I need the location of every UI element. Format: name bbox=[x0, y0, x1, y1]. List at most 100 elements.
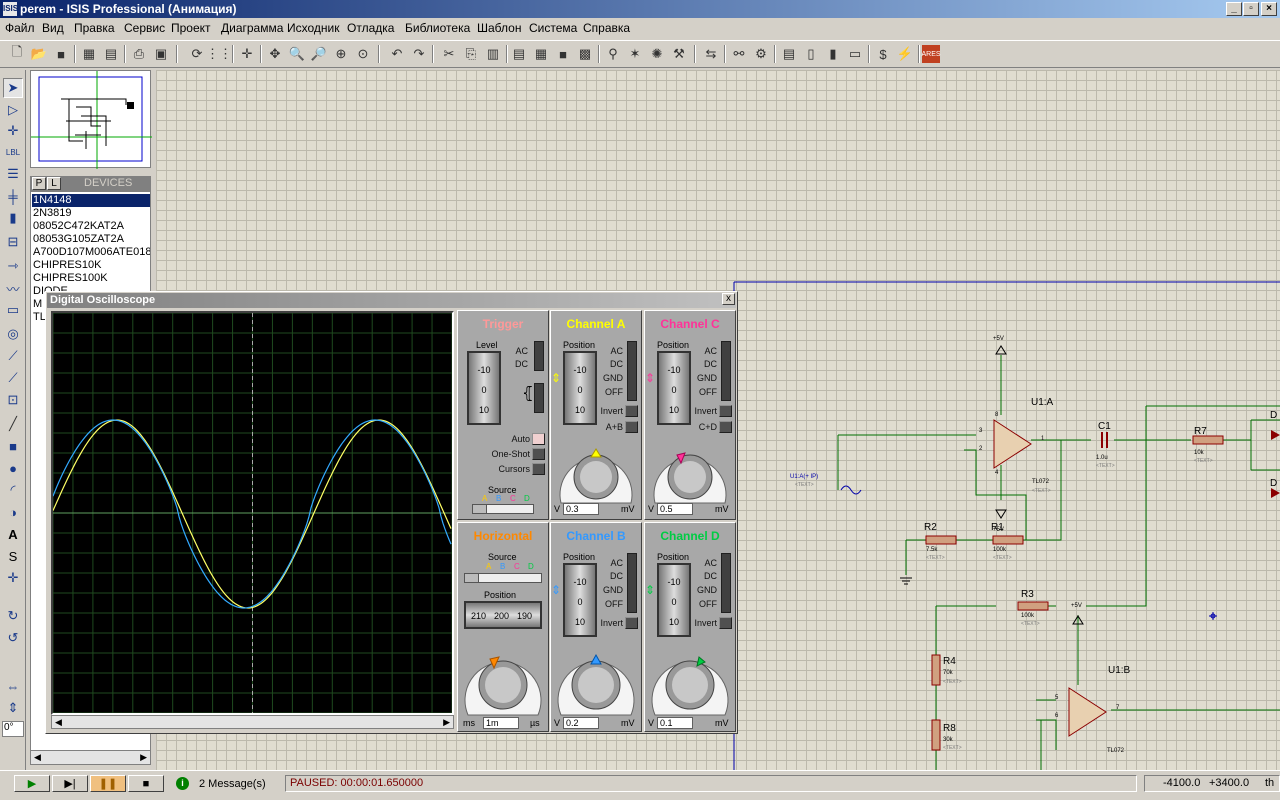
pan-icon[interactable]: ✥ bbox=[266, 45, 284, 63]
redo-icon[interactable]: ↷ bbox=[410, 45, 428, 63]
paste-icon[interactable]: ▥ bbox=[484, 45, 502, 63]
packaging-tool-icon[interactable]: ⚒ bbox=[670, 45, 688, 63]
generator-icon[interactable]: ◎ bbox=[3, 324, 23, 344]
rotate-cw-icon[interactable]: ↻ bbox=[3, 606, 23, 626]
list-item[interactable]: CHIPRES10K bbox=[33, 259, 101, 272]
origin-icon[interactable]: ✛ bbox=[238, 45, 256, 63]
block-move-icon[interactable]: ▦ bbox=[532, 45, 550, 63]
symbol-icon[interactable]: S bbox=[3, 546, 23, 566]
grid-toggle-icon[interactable]: ⋮⋮ bbox=[206, 45, 232, 63]
channel-c-sum-button[interactable] bbox=[719, 421, 732, 433]
channel-d-coupling-switch[interactable] bbox=[721, 553, 731, 613]
line-icon[interactable]: ╱ bbox=[3, 414, 23, 434]
trigger-coupling-switch[interactable] bbox=[534, 341, 544, 371]
channel-c-volts-value[interactable]: 0.5 bbox=[657, 503, 693, 515]
component-mode-icon[interactable]: ▷ bbox=[3, 100, 23, 120]
tape-recorder-icon[interactable]: ▭ bbox=[3, 300, 23, 320]
zoom-out-icon[interactable]: 🔎 bbox=[310, 45, 328, 63]
list-item[interactable]: 08052C472KAT2A bbox=[33, 220, 124, 233]
export-icon[interactable]: ▤ bbox=[102, 45, 120, 63]
horizontal-source-slider[interactable] bbox=[464, 573, 542, 583]
stop-button[interactable]: ■ bbox=[128, 775, 164, 792]
overview-window[interactable] bbox=[30, 70, 152, 169]
search-icon[interactable]: ⚯ bbox=[730, 45, 748, 63]
list-item[interactable]: 2N3819 bbox=[33, 207, 72, 220]
channel-a-sum-button[interactable] bbox=[625, 421, 638, 433]
trigger-cursors-button[interactable] bbox=[532, 463, 545, 475]
channel-d-invert-button[interactable] bbox=[719, 617, 732, 629]
pick-devices-button[interactable]: P bbox=[32, 177, 46, 190]
rotation-angle-field[interactable]: 0° bbox=[2, 721, 24, 737]
import-icon[interactable]: ▦ bbox=[80, 45, 98, 63]
arc-icon[interactable]: ◜ bbox=[3, 480, 23, 500]
mirror-x-icon[interactable]: ⇔ bbox=[3, 676, 23, 696]
oscilloscope-screen[interactable] bbox=[51, 311, 454, 715]
cut-icon[interactable]: ✂ bbox=[440, 45, 458, 63]
oscilloscope-title-bar[interactable]: Digital Oscilloscope bbox=[47, 293, 736, 308]
menu-source[interactable]: Исходник bbox=[287, 21, 339, 35]
channel-b-coupling-switch[interactable] bbox=[627, 553, 637, 613]
channel-c-volts-dial[interactable] bbox=[647, 435, 733, 511]
undo-icon[interactable]: ↶ bbox=[388, 45, 406, 63]
oscilloscope-window[interactable]: Digital Oscilloscope x ◀ ▶ Trigger Level… bbox=[45, 291, 738, 734]
wire-label-icon[interactable]: LBL bbox=[3, 142, 23, 162]
channel-a-coupling-switch[interactable] bbox=[627, 341, 637, 401]
ares-icon[interactable]: ARES bbox=[921, 45, 941, 63]
trigger-edge-switch[interactable] bbox=[534, 383, 544, 413]
menu-help[interactable]: Справка bbox=[583, 21, 630, 35]
decompose-icon[interactable]: ✺ bbox=[648, 45, 666, 63]
voltage-probe-icon[interactable]: ⟋ bbox=[3, 346, 23, 366]
horizontal-timebase-dial[interactable] bbox=[460, 635, 546, 723]
mirror-y-icon[interactable]: ⇕ bbox=[3, 698, 23, 718]
marker-icon[interactable]: ✛ bbox=[3, 568, 23, 588]
zoom-in-icon[interactable]: 🔍 bbox=[288, 45, 306, 63]
messages-count[interactable]: 2 Message(s) bbox=[199, 778, 266, 790]
scope-hscrollbar[interactable]: ◀ ▶ bbox=[51, 715, 454, 729]
trigger-source-slider[interactable] bbox=[472, 504, 534, 514]
junction-dot-icon[interactable]: ✛ bbox=[3, 121, 23, 141]
horizontal-position-knob[interactable]: 210 200 190 bbox=[464, 601, 542, 629]
maximize-button[interactable]: ▫ bbox=[1243, 2, 1259, 16]
new-file-icon[interactable]: 🗋 bbox=[8, 44, 26, 63]
play-button[interactable]: ▶ bbox=[14, 775, 50, 792]
virtual-instruments-icon[interactable]: ⊡ bbox=[3, 390, 23, 410]
zoom-area-icon[interactable]: ⊙ bbox=[354, 45, 372, 63]
pause-button[interactable]: ❚❚ bbox=[90, 775, 126, 792]
list-item[interactable]: CHIPRES100K bbox=[33, 272, 108, 285]
print-area-icon[interactable]: ▣ bbox=[152, 45, 170, 63]
print-icon[interactable]: ⎙ bbox=[130, 45, 148, 63]
list-item[interactable]: 08053G105ZAT2A bbox=[33, 233, 124, 246]
refresh-icon[interactable]: ⟳ bbox=[188, 45, 206, 63]
channel-a-volts-value[interactable]: 0.3 bbox=[563, 503, 599, 515]
graph-mode-icon[interactable]: 〰 bbox=[3, 278, 23, 298]
menu-file[interactable]: Файл bbox=[5, 21, 35, 35]
channel-b-volts-dial[interactable] bbox=[553, 635, 639, 723]
channel-d-volts-value[interactable]: 0.1 bbox=[657, 717, 693, 729]
device-list-hscrollbar[interactable]: ◀ ▶ bbox=[30, 750, 151, 765]
bom-icon[interactable]: $ bbox=[874, 45, 892, 63]
list-item[interactable]: TL bbox=[33, 311, 46, 324]
block-copy-icon[interactable]: ▤ bbox=[510, 45, 528, 63]
save-icon[interactable]: ■ bbox=[52, 45, 70, 63]
info-icon[interactable]: i bbox=[176, 777, 189, 790]
minimize-button[interactable]: _ bbox=[1226, 2, 1242, 16]
box-icon[interactable]: ■ bbox=[3, 436, 23, 456]
menu-graph[interactable]: Диаграмма bbox=[221, 21, 283, 35]
rotate-ccw-icon[interactable]: ↺ bbox=[3, 628, 23, 648]
channel-d-volts-dial[interactable] bbox=[647, 635, 733, 723]
menu-debug[interactable]: Отладка bbox=[347, 21, 394, 35]
block-delete-icon[interactable]: ▩ bbox=[576, 45, 594, 63]
open-file-icon[interactable]: 📂 bbox=[30, 45, 48, 63]
text-icon[interactable]: A bbox=[3, 524, 23, 544]
wire-autorouter-icon[interactable]: ⇆ bbox=[702, 45, 720, 63]
horizontal-timebase-value[interactable]: 1m bbox=[483, 717, 519, 729]
menu-edit[interactable]: Правка bbox=[74, 21, 115, 35]
copy-icon[interactable]: ⎘ bbox=[462, 45, 480, 63]
zoom-all-icon[interactable]: ⊕ bbox=[332, 45, 350, 63]
list-item[interactable]: M bbox=[33, 298, 42, 311]
trigger-auto-button[interactable] bbox=[532, 433, 545, 445]
list-item[interactable]: 1N4148 bbox=[32, 194, 150, 207]
device-pins-icon[interactable]: ⇾ bbox=[3, 256, 23, 276]
property-tool-icon[interactable]: ⚙ bbox=[752, 45, 770, 63]
channel-a-position-knob[interactable]: -10 0 10 bbox=[563, 351, 597, 425]
